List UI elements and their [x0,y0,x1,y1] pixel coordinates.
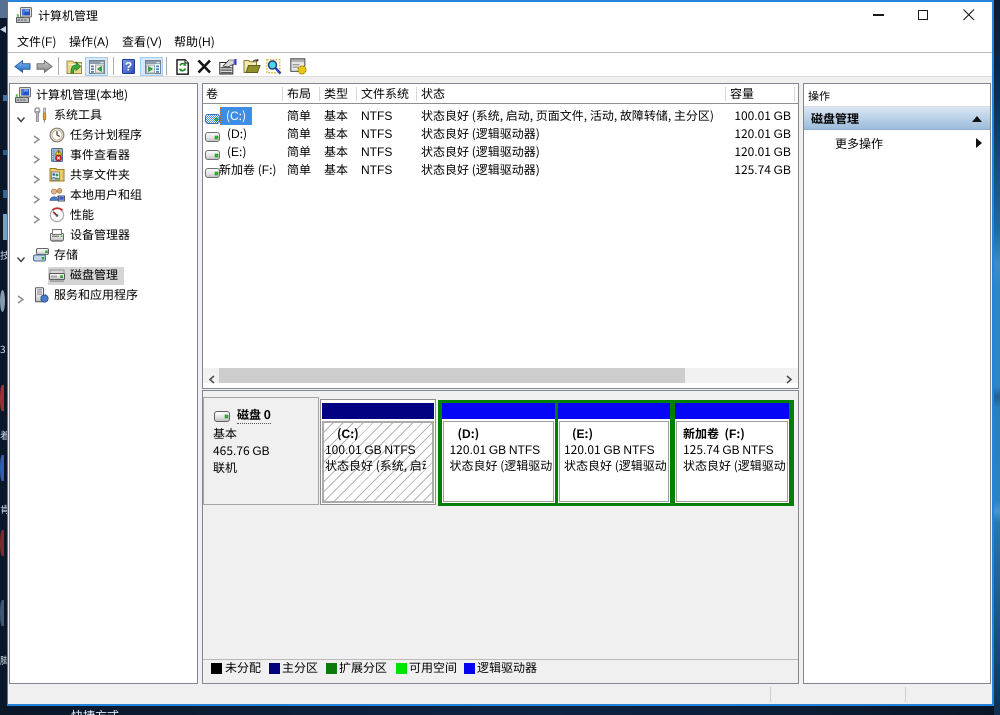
svg-text:?: ? [125,60,132,74]
